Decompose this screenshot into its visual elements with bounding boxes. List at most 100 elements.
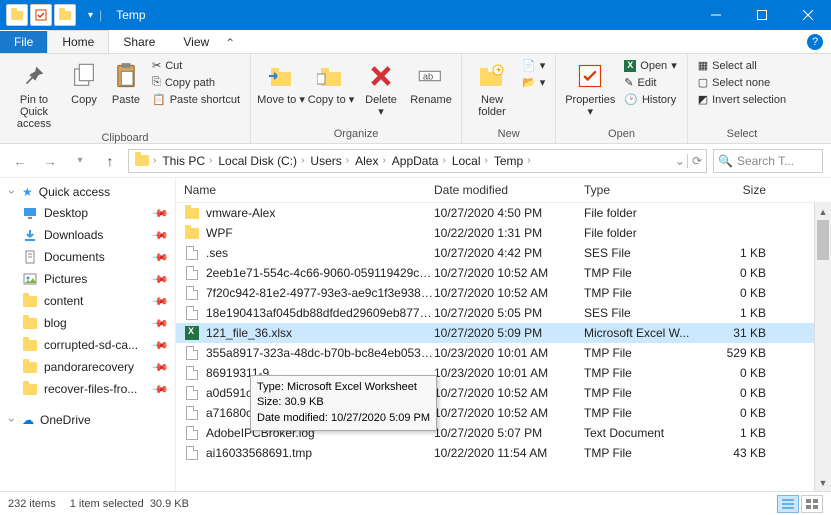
desktop-icon [22, 205, 38, 221]
up-button[interactable]: ↑ [98, 149, 122, 173]
copy-button[interactable]: Copy [64, 56, 104, 106]
paste-button[interactable]: Paste [106, 56, 146, 106]
pin-icon: 📌 [151, 336, 170, 355]
excel-icon [624, 60, 636, 72]
quick-access-toolbar: ▾ | [0, 4, 106, 26]
help-icon[interactable]: ? [807, 34, 823, 50]
forward-button[interactable]: → [38, 149, 62, 173]
easy-access-button[interactable]: 📂▾ [518, 75, 549, 90]
downloads-icon [22, 227, 38, 243]
copy-path-button[interactable]: ⎘Copy path [148, 75, 244, 90]
select-all-button[interactable]: ▦Select all [694, 58, 790, 73]
folder-icon [135, 155, 149, 166]
easyaccess-icon: 📂 [522, 76, 536, 89]
sidebar-item[interactable]: recover-files-fro...📌 [2, 378, 173, 400]
maximize-button[interactable] [739, 0, 785, 30]
new-item-button[interactable]: 📄▾ [518, 58, 549, 73]
edit-button[interactable]: ✎Edit [620, 75, 680, 90]
scroll-down-icon[interactable]: ▼ [815, 474, 831, 491]
pasteshortcut-icon: 📋 [152, 93, 166, 106]
file-icon [184, 445, 200, 461]
status-item-count: 232 items [8, 498, 56, 510]
refresh-icon[interactable]: ⟳ [687, 154, 702, 168]
file-list: vmware-Alex 10/27/2020 4:50 PM File fold… [176, 203, 814, 491]
pin-icon: 📌 [151, 204, 170, 223]
pin-icon: 📌 [151, 314, 170, 333]
ribbon-collapse-icon[interactable]: ⌃ [223, 36, 237, 50]
qat-properties-icon[interactable] [30, 4, 52, 26]
svg-text:ab: ab [423, 72, 433, 82]
file-tooltip: Type: Microsoft Excel Worksheet Size: 30… [250, 375, 437, 431]
nav-onedrive[interactable]: ☁ OneDrive [2, 410, 173, 430]
file-icon [184, 285, 200, 301]
pin-icon: 📌 [151, 270, 170, 289]
col-name[interactable]: Name [184, 183, 434, 197]
open-button[interactable]: Open ▾ [620, 58, 680, 73]
table-row[interactable]: .ses 10/27/2020 4:42 PM SES File 1 KB [176, 243, 814, 263]
vertical-scrollbar[interactable]: ▲ ▼ [814, 203, 831, 491]
sidebar-item[interactable]: Desktop📌 [2, 202, 173, 224]
table-row[interactable]: 355a8917-323a-48dc-b70b-bc8e4eb053d... 1… [176, 343, 814, 363]
paste-shortcut-button[interactable]: 📋Paste shortcut [148, 92, 244, 107]
select-none-button[interactable]: ▢Select none [694, 75, 790, 90]
window-title: Temp [116, 8, 145, 22]
minimize-button[interactable] [693, 0, 739, 30]
sidebar-item[interactable]: Downloads📌 [2, 224, 173, 246]
rename-button[interactable]: ab Rename [407, 56, 455, 106]
ribbon-tabs: File Home Share View ⌃ ? [0, 30, 831, 54]
documents-icon [22, 249, 38, 265]
sidebar-item[interactable]: Documents📌 [2, 246, 173, 268]
table-row[interactable]: ai16033568691.tmp 10/22/2020 11:54 AM TM… [176, 443, 814, 463]
back-button[interactable]: ← [8, 149, 32, 173]
column-headers[interactable]: Name Date modified Type Size [176, 178, 831, 203]
large-icons-view-button[interactable] [801, 495, 823, 513]
tab-home[interactable]: Home [47, 30, 109, 53]
search-input[interactable]: 🔍 Search T... [713, 149, 823, 173]
folder-icon [22, 293, 38, 309]
sidebar-item[interactable]: corrupted-sd-ca...📌 [2, 334, 173, 356]
recent-dropdown-icon[interactable]: ▾ [68, 149, 92, 173]
cut-button[interactable]: ✂Cut [148, 58, 244, 73]
breadcrumb[interactable]: › This PC› Local Disk (C:)› Users› Alex›… [128, 149, 707, 173]
tab-file[interactable]: File [0, 31, 47, 53]
qat-folder-icon[interactable] [6, 4, 28, 26]
table-row[interactable]: WPF 10/22/2020 1:31 PM File folder [176, 223, 814, 243]
pin-icon: 📌 [151, 248, 170, 267]
table-row[interactable]: 121_file_36.xlsx 10/27/2020 5:09 PM Micr… [176, 323, 814, 343]
pin-to-quick-access-button[interactable]: Pin to Quick access [6, 56, 62, 130]
col-type[interactable]: Type [584, 183, 714, 197]
col-size[interactable]: Size [714, 183, 784, 197]
sidebar-item[interactable]: blog📌 [2, 312, 173, 334]
table-row[interactable]: 18e190413af045db88dfded29609eb877.db... … [176, 303, 814, 323]
qat-dropdown-icon[interactable]: ▾ [88, 10, 93, 21]
group-label-select: Select [694, 126, 790, 143]
folder-icon [22, 359, 38, 375]
copy-to-button[interactable]: Copy to ▾ [307, 56, 355, 106]
folder-icon [184, 205, 200, 221]
table-row[interactable]: 7f20c942-81e2-4977-93e3-ae9c1f3e9384.t..… [176, 283, 814, 303]
col-date[interactable]: Date modified [434, 183, 584, 197]
qat-newfolder-icon[interactable] [54, 4, 76, 26]
sidebar-item[interactable]: pandorarecovery📌 [2, 356, 173, 378]
tab-share[interactable]: Share [109, 31, 169, 53]
close-button[interactable] [785, 0, 831, 30]
nav-quick-access[interactable]: ★ Quick access [2, 182, 173, 202]
table-row[interactable]: vmware-Alex 10/27/2020 4:50 PM File fold… [176, 203, 814, 223]
delete-button[interactable]: Delete▾ [357, 56, 405, 118]
folder-icon [22, 315, 38, 331]
move-to-button[interactable]: Move to ▾ [257, 56, 305, 106]
pin-icon: 📌 [151, 292, 170, 311]
new-folder-button[interactable]: ✦ New folder [468, 56, 516, 118]
history-button[interactable]: 🕑History [620, 92, 680, 107]
details-view-button[interactable] [777, 495, 799, 513]
scroll-up-icon[interactable]: ▲ [815, 203, 831, 220]
table-row[interactable]: 2eeb1e71-554c-4c66-9060-059119429cbd... … [176, 263, 814, 283]
properties-button[interactable]: Properties▾ [562, 56, 618, 118]
sidebar-item[interactable]: Pictures📌 [2, 268, 173, 290]
invert-selection-button[interactable]: ◩Invert selection [694, 92, 790, 107]
file-icon [184, 305, 200, 321]
status-selected: 1 item selected 30.9 KB [70, 498, 189, 510]
sidebar-item[interactable]: content📌 [2, 290, 173, 312]
breadcrumb-dropdown-icon[interactable]: ⌄ [675, 154, 685, 168]
tab-view[interactable]: View [169, 31, 223, 53]
